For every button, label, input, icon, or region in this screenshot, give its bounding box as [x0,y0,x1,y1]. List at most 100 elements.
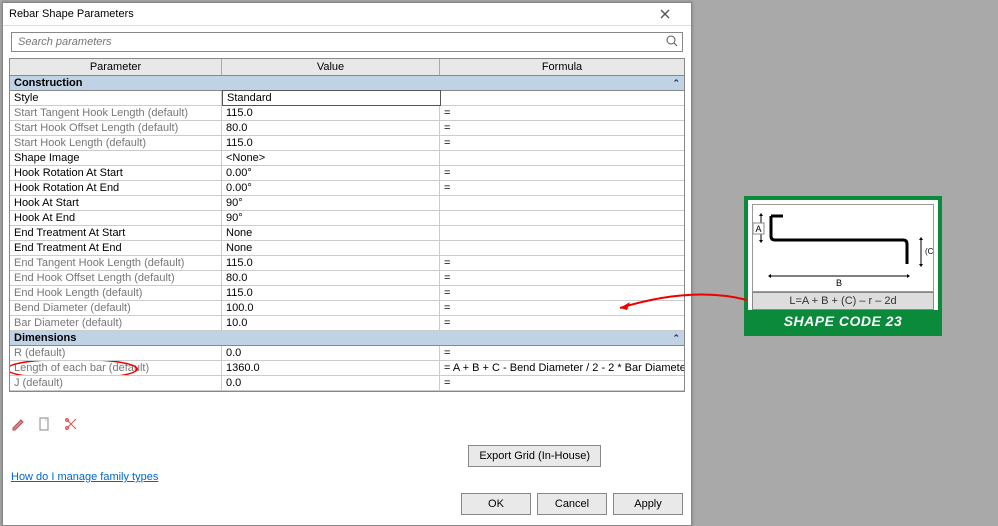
param-formula[interactable]: = [440,271,684,285]
param-value[interactable]: Standard [222,90,441,106]
param-formula[interactable] [440,196,684,210]
export-grid-button[interactable]: Export Grid (In-House) [468,445,601,467]
parameters-grid[interactable]: Parameter Value Formula Construction ⌃ S… [9,58,685,392]
ok-button[interactable]: OK [461,493,531,515]
param-formula[interactable] [440,226,684,240]
search-icon [665,34,679,48]
param-formula[interactable]: = [440,181,684,195]
apply-button[interactable]: Apply [613,493,683,515]
row-end-treatment-start[interactable]: End Treatment At StartNone [10,226,684,241]
param-formula[interactable]: = [440,121,684,135]
cut-scissors-icon[interactable] [63,416,79,435]
param-formula[interactable]: = [440,316,684,330]
param-name: Bend Diameter (default) [10,301,222,315]
grid-header: Parameter Value Formula [10,59,684,76]
param-value[interactable]: 0.0 [222,346,440,360]
param-value[interactable]: 0.00° [222,181,440,195]
row-r[interactable]: R (default)0.0= [10,346,684,361]
param-value[interactable]: 100.0 [222,301,440,315]
group-construction[interactable]: Construction ⌃ [10,76,684,91]
header-formula[interactable]: Formula [440,59,684,75]
param-value[interactable]: 115.0 [222,136,440,150]
param-name: R (default) [10,346,222,360]
param-value[interactable]: None [222,241,440,255]
param-formula[interactable]: = [440,301,684,315]
row-start-hook-length[interactable]: Start Hook Length (default)115.0= [10,136,684,151]
param-value[interactable]: 1360.0 [222,361,440,375]
row-hook-rotation-start[interactable]: Hook Rotation At Start0.00°= [10,166,684,181]
row-length-of-each-bar[interactable]: Length of each bar (default)1360.0= A + … [10,361,684,376]
param-formula[interactable] [440,241,684,255]
search-container [3,26,691,58]
group-label: Construction [14,77,672,89]
param-value[interactable]: None [222,226,440,240]
row-end-hook-length[interactable]: End Hook Length (default)115.0= [10,286,684,301]
rebar-shape-parameters-dialog: Rebar Shape Parameters Parameter Value F… [2,2,692,526]
row-bend-diameter[interactable]: Bend Diameter (default)100.0= [10,301,684,316]
row-end-treatment-end[interactable]: End Treatment At EndNone [10,241,684,256]
dialog-titlebar: Rebar Shape Parameters [3,3,691,26]
param-value[interactable]: 0.00° [222,166,440,180]
param-value[interactable]: <None> [222,151,440,165]
row-shape-image[interactable]: Shape Image<None> [10,151,684,166]
close-button[interactable] [645,3,685,25]
header-parameter[interactable]: Parameter [10,59,222,75]
row-hook-rotation-end[interactable]: Hook Rotation At End0.00°= [10,181,684,196]
row-end-hook-offset-length[interactable]: End Hook Offset Length (default)80.0= [10,271,684,286]
param-name: Start Hook Offset Length (default) [10,121,222,135]
param-formula[interactable]: = [440,376,684,390]
param-value[interactable]: 115.0 [222,286,440,300]
new-page-icon[interactable] [37,416,53,435]
collapse-icon: ⌃ [672,78,680,89]
param-formula[interactable]: = A + B + C - Bend Diameter / 2 - 2 * Ba… [440,361,684,375]
header-value[interactable]: Value [222,59,440,75]
group-dimensions[interactable]: Dimensions ⌃ [10,331,684,346]
param-name: Bar Diameter (default) [10,316,222,330]
search-input[interactable] [16,35,664,49]
row-start-tangent-hook-length[interactable]: Start Tangent Hook Length (default)115.0… [10,106,684,121]
param-value[interactable]: 115.0 [222,106,440,120]
row-j[interactable]: J (default)0.0= [10,376,684,391]
param-formula[interactable] [440,211,684,225]
param-value[interactable]: 80.0 [222,121,440,135]
param-formula[interactable] [441,91,684,105]
row-start-hook-offset-length[interactable]: Start Hook Offset Length (default)80.0= [10,121,684,136]
param-formula[interactable]: = [440,346,684,360]
cancel-button[interactable]: Cancel [537,493,607,515]
param-formula[interactable]: = [440,166,684,180]
param-name: End Treatment At End [10,241,222,255]
export-row: Export Grid (In-House) [3,441,691,469]
row-bar-diameter[interactable]: Bar Diameter (default)10.0= [10,316,684,331]
collapse-icon: ⌃ [672,333,680,344]
row-end-tangent-hook-length[interactable]: End Tangent Hook Length (default)115.0= [10,256,684,271]
param-name: Hook Rotation At Start [10,166,222,180]
manage-family-types-link[interactable]: How do I manage family types [11,471,158,483]
param-value[interactable]: 115.0 [222,256,440,270]
search-box[interactable] [11,32,683,52]
param-formula[interactable]: = [440,256,684,270]
row-hook-at-end[interactable]: Hook At End90° [10,211,684,226]
param-formula[interactable]: = [440,136,684,150]
param-formula[interactable]: = [440,286,684,300]
param-name: Start Tangent Hook Length (default) [10,106,222,120]
param-value[interactable]: 10.0 [222,316,440,330]
param-name: End Hook Offset Length (default) [10,271,222,285]
shape-formula: L=A + B + (C) – r – 2d [752,292,934,310]
shape-diagram: A B (C) [752,204,934,292]
dialog-title: Rebar Shape Parameters [9,8,645,20]
row-style[interactable]: StyleStandard [10,91,684,106]
footer-toolbar [3,410,691,441]
edit-pencil-icon[interactable] [11,416,27,435]
param-value[interactable]: 90° [222,211,440,225]
param-name: End Treatment At Start [10,226,222,240]
shape-code-label: SHAPE CODE 23 [748,310,938,332]
param-value[interactable]: 0.0 [222,376,440,390]
param-formula[interactable] [440,151,684,165]
svg-text:A: A [755,224,761,234]
row-hook-at-start[interactable]: Hook At Start90° [10,196,684,211]
param-value[interactable]: 90° [222,196,440,210]
param-name: Length of each bar (default) [10,361,222,375]
param-value[interactable]: 80.0 [222,271,440,285]
param-formula[interactable]: = [440,106,684,120]
svg-text:B: B [836,278,842,288]
